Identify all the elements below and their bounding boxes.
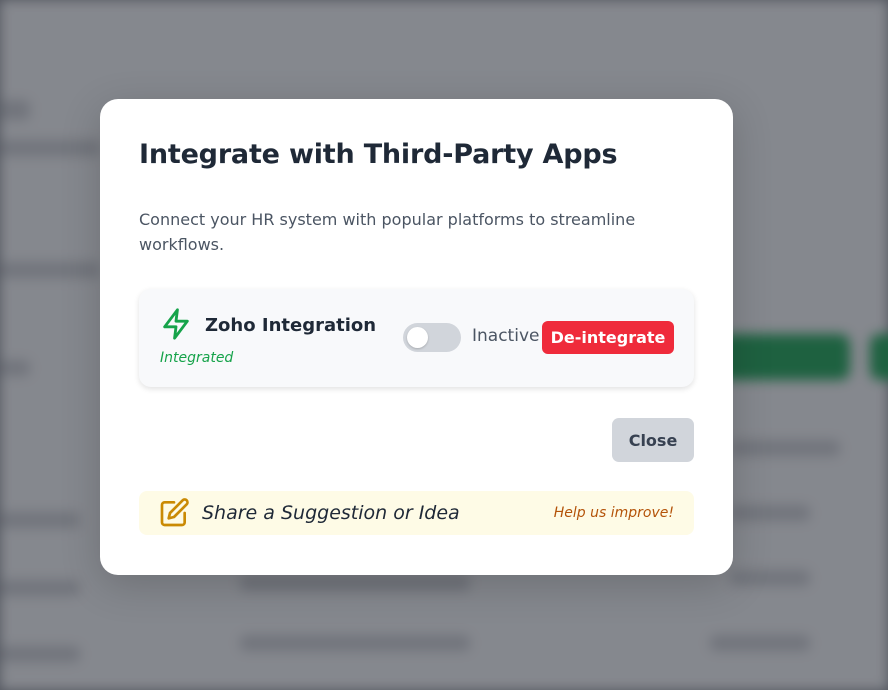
- integration-modal: Integrate with Third-Party Apps Connect …: [100, 99, 733, 575]
- modal-title: Integrate with Third-Party Apps: [139, 139, 618, 170]
- close-button[interactable]: Close: [612, 418, 694, 462]
- modal-description: Connect your HR system with popular plat…: [139, 210, 636, 254]
- edit-icon: [160, 498, 189, 527]
- deintegrate-button[interactable]: De-integrate: [542, 321, 674, 354]
- integration-card: Zoho Integration Integrated Inactive De-…: [139, 289, 694, 387]
- suggestion-hint: Help us improve!: [553, 505, 674, 521]
- suggestion-label: Share a Suggestion or Idea: [202, 502, 460, 524]
- toggle-knob: [407, 327, 428, 348]
- integration-status: Integrated: [160, 350, 234, 366]
- bolt-icon: [163, 308, 189, 340]
- integration-toggle[interactable]: [403, 323, 461, 352]
- integration-name: Zoho Integration: [205, 315, 377, 336]
- toggle-state-label: Inactive: [472, 326, 540, 346]
- suggestion-bar[interactable]: Share a Suggestion or Idea Help us impro…: [139, 491, 694, 535]
